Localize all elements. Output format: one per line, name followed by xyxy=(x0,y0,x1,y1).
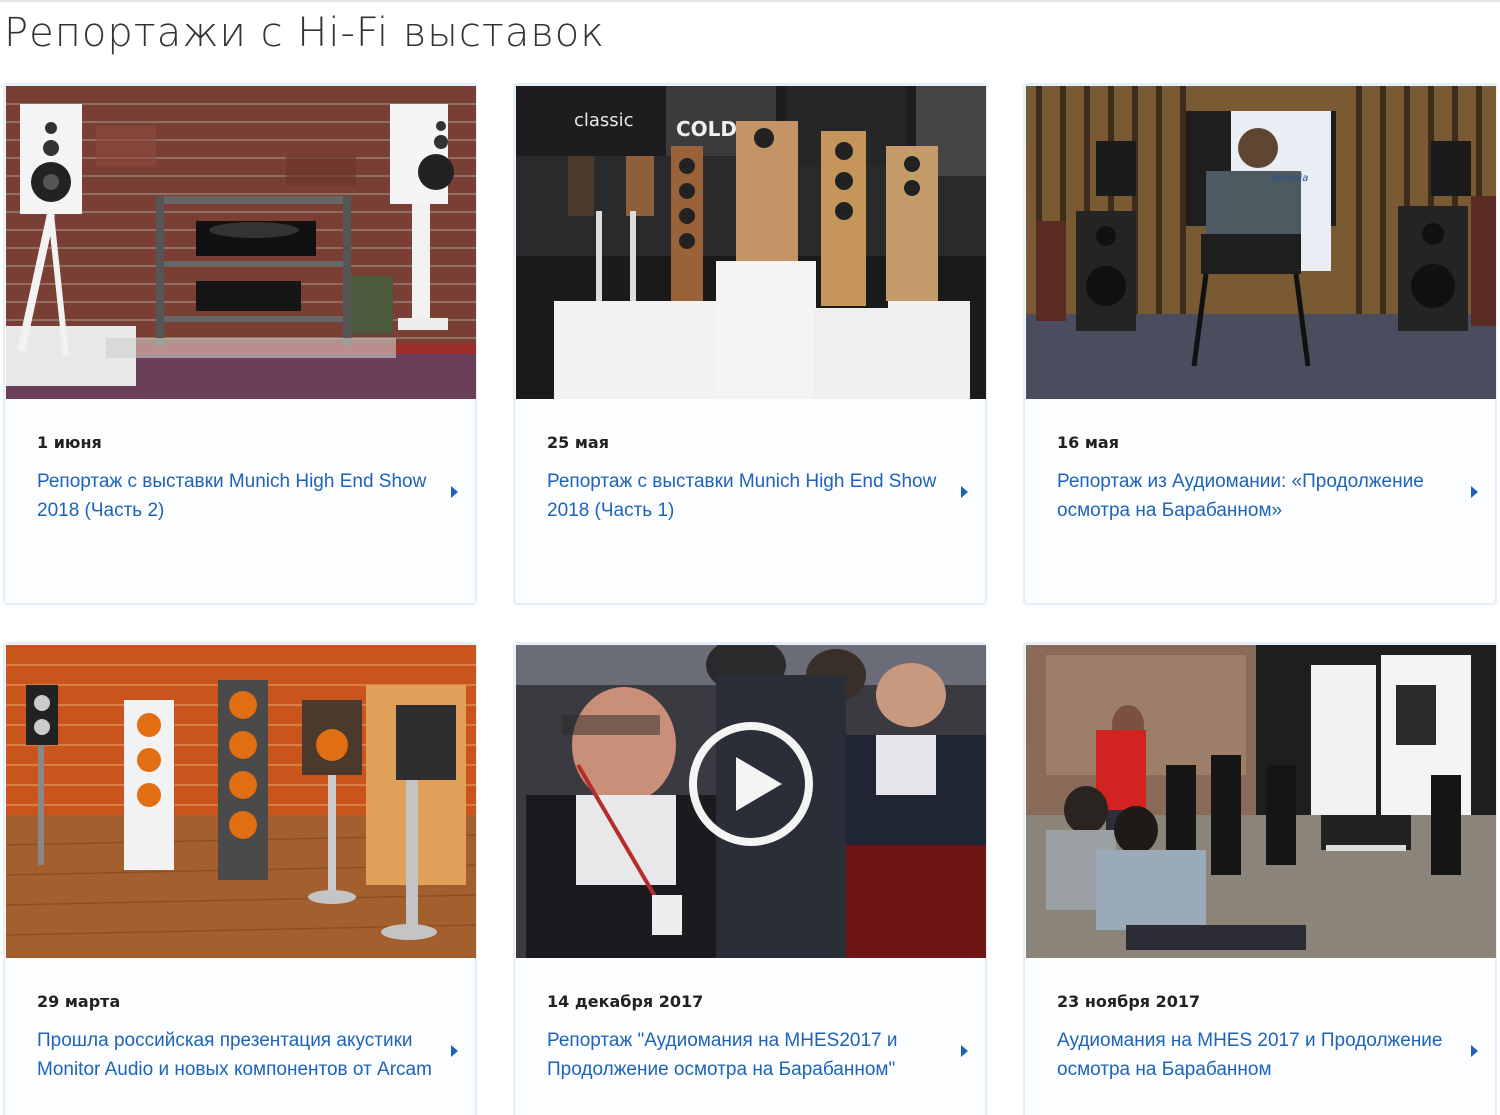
chevron-right-icon[interactable] xyxy=(451,486,458,498)
card-date: 29 марта xyxy=(37,992,121,1011)
svg-text:COLD: COLD xyxy=(676,117,737,141)
report-card[interactable]: 29 марта Прошла российская презентация а… xyxy=(3,642,477,1115)
svg-text:classic: classic xyxy=(574,110,634,131)
chevron-right-icon[interactable] xyxy=(451,1045,458,1057)
card-title-link[interactable]: Аудиомания на MHES 2017 и Продолжение ос… xyxy=(1057,1026,1457,1084)
card-image[interactable] xyxy=(6,645,476,958)
card-date: 25 мая xyxy=(547,433,609,452)
card-image[interactable]: omania xyxy=(1026,86,1496,399)
chevron-right-icon[interactable] xyxy=(1471,486,1478,498)
chevron-right-icon[interactable] xyxy=(1471,1045,1478,1057)
card-date: 14 декабря 2017 xyxy=(547,992,704,1011)
page: Репортажи с Hi-Fi выставок 1 июня Репорт… xyxy=(0,0,1500,1115)
card-image[interactable] xyxy=(6,86,476,399)
chevron-right-icon[interactable] xyxy=(961,486,968,498)
card-date: 1 июня xyxy=(37,433,102,452)
card-date: 16 мая xyxy=(1057,433,1119,452)
report-card[interactable]: omania 16 мая Репортаж из Аудиомании: «П… xyxy=(1023,83,1497,605)
card-title-link[interactable]: Репортаж с выставки Munich High End Show… xyxy=(547,467,947,525)
report-card[interactable]: 14 декабря 2017 Репортаж "Аудиомания на … xyxy=(513,642,987,1115)
page-title: Репортажи с Hi-Fi выставок xyxy=(4,10,606,56)
card-title-link[interactable]: Репортаж из Аудиомании: «Продолжение осм… xyxy=(1057,467,1457,525)
card-image[interactable]: classic COLD xyxy=(516,86,986,399)
card-date: 23 ноября 2017 xyxy=(1057,992,1201,1011)
play-icon[interactable] xyxy=(688,721,814,847)
report-card[interactable]: 1 июня Репортаж с выставки Munich High E… xyxy=(3,83,477,605)
svg-text:omania: omania xyxy=(1271,173,1308,184)
report-card[interactable]: 23 ноября 2017 Аудиомания на MHES 2017 и… xyxy=(1023,642,1497,1115)
card-video-thumbnail[interactable] xyxy=(516,645,986,958)
chevron-right-icon[interactable] xyxy=(961,1045,968,1057)
card-title-link[interactable]: Репортаж с выставки Munich High End Show… xyxy=(37,467,437,525)
card-title-link[interactable]: Прошла российская презентация акустики M… xyxy=(37,1026,437,1084)
card-title-link[interactable]: Репортаж "Аудиомания на MHES2017 и Продо… xyxy=(547,1026,947,1084)
report-card[interactable]: classic COLD 25 мая Репортаж с выставки … xyxy=(513,83,987,605)
card-image[interactable] xyxy=(1026,645,1496,958)
